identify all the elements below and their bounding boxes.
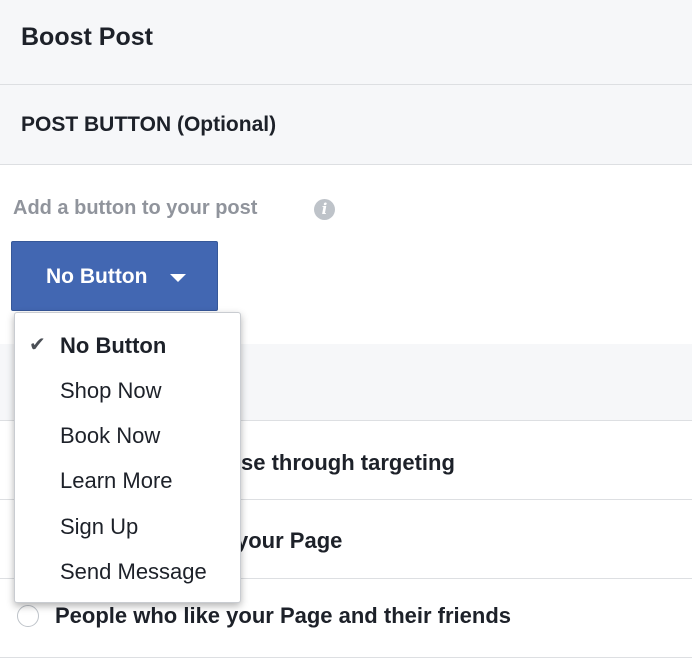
- button-type-label: No Button: [46, 265, 148, 288]
- dropdown-item-shop-now[interactable]: Shop Now: [15, 368, 240, 410]
- dropdown-item-no-button[interactable]: ✔ No Button: [15, 323, 240, 365]
- dropdown-item-label: Sign Up: [60, 514, 139, 539]
- dropdown-item-label: Learn More: [60, 468, 173, 493]
- dropdown-item-send-message[interactable]: Send Message: [15, 549, 240, 591]
- button-type-dropdown-button[interactable]: No Button: [11, 241, 218, 311]
- dropdown-item-label: Send Message: [60, 559, 207, 584]
- post-button-section-header: POST BUTTON (Optional): [0, 85, 692, 165]
- radio-button[interactable]: [17, 605, 39, 627]
- checkmark-icon: ✔: [29, 332, 46, 356]
- dropdown-item-learn-more[interactable]: Learn More: [15, 458, 240, 500]
- dropdown-item-label: Book Now: [60, 423, 161, 448]
- section-title: POST BUTTON (Optional): [21, 113, 277, 136]
- caret-down-icon: [170, 274, 186, 282]
- add-button-label: Add a button to your post: [13, 197, 258, 219]
- button-type-dropdown-menu: ✔ No Button Shop Now Book Now Learn More…: [14, 312, 241, 603]
- audience-option-label: your Page: [236, 528, 343, 553]
- audience-option-label: People who like your Page and their frie…: [55, 603, 511, 628]
- dropdown-item-sign-up[interactable]: Sign Up: [15, 504, 240, 546]
- page-title: Boost Post: [21, 23, 153, 51]
- audience-option-label: se through targeting: [241, 450, 455, 475]
- dropdown-item-book-now[interactable]: Book Now: [15, 413, 240, 455]
- dropdown-item-label: No Button: [60, 333, 167, 358]
- info-icon[interactable]: i: [314, 199, 335, 220]
- boost-post-header: Boost Post: [0, 0, 692, 85]
- dropdown-item-label: Shop Now: [60, 378, 162, 403]
